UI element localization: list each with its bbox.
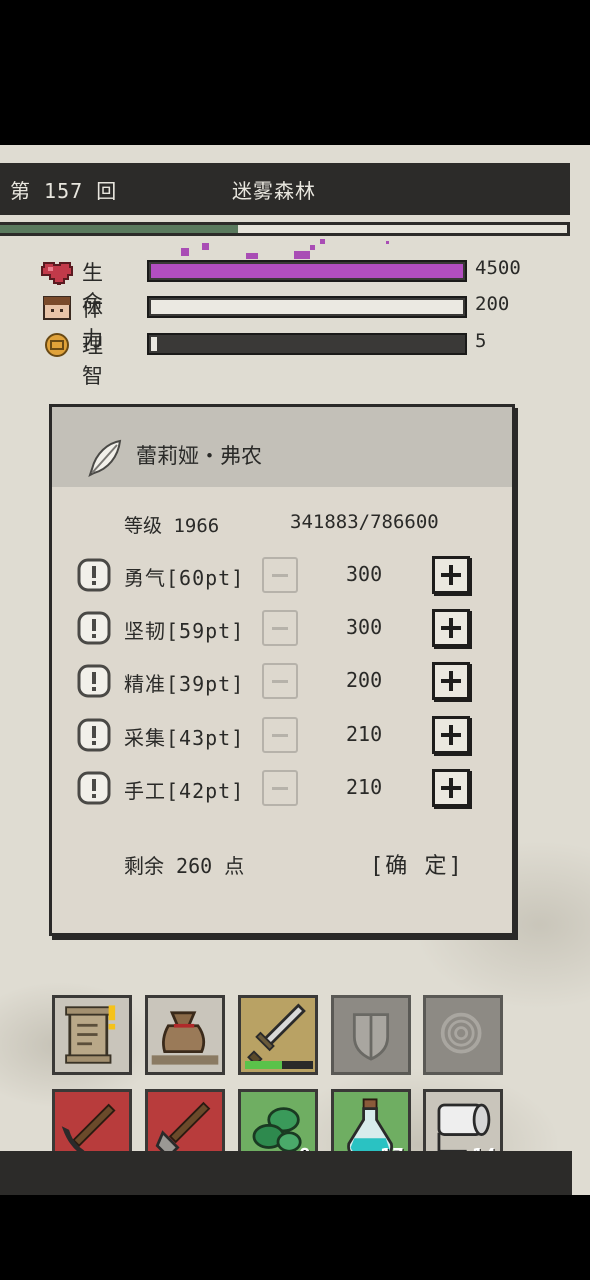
ring-icon	[440, 1012, 482, 1054]
decrease-button[interactable]	[262, 717, 298, 753]
decrease-button[interactable]	[262, 770, 298, 806]
loot-bag-slot[interactable]	[145, 995, 225, 1075]
level-value: 1966	[173, 515, 220, 537]
round-counter: 第 157 回	[10, 179, 118, 203]
shield-icon	[352, 1013, 390, 1061]
attribute-label: 手工[42pt]	[124, 779, 245, 803]
level-label: 等级 1966	[124, 515, 220, 537]
loot-bag-icon	[151, 1011, 219, 1065]
feather-icon	[88, 439, 122, 477]
info-icon[interactable]	[76, 610, 112, 646]
confirm-button[interactable]: [确 定]	[370, 848, 464, 880]
accessory-slot[interactable]	[423, 995, 503, 1075]
attribute-value: 200	[346, 668, 383, 692]
quest-scroll-slot[interactable]	[52, 995, 132, 1075]
character-name: 蕾莉娅・弗农	[136, 444, 262, 468]
sanity-coin-icon	[45, 333, 69, 357]
decrease-button[interactable]	[262, 663, 298, 699]
increase-button[interactable]	[432, 556, 470, 594]
increase-button[interactable]	[432, 716, 470, 754]
increase-button[interactable]	[432, 769, 470, 807]
top-bar: 第 157 回 迷雾森林	[0, 163, 570, 215]
decrease-button[interactable]	[262, 557, 298, 593]
attribute-row: 手工[42pt] 210	[76, 767, 496, 809]
attribute-value: 300	[346, 615, 383, 639]
sword-durability-bar	[245, 1061, 313, 1069]
heart-icon	[41, 262, 73, 285]
bottom-bar	[0, 1151, 572, 1195]
attribute-value: 210	[346, 722, 383, 746]
info-icon[interactable]	[76, 557, 112, 593]
attribute-row: 坚韧[59pt] 300	[76, 607, 496, 649]
stamina-face-icon	[43, 296, 71, 320]
attribute-label: 勇气[60pt]	[124, 566, 245, 590]
info-icon[interactable]	[76, 717, 112, 753]
sanity-bar	[147, 333, 467, 355]
stamina-bar	[147, 296, 467, 318]
armor-slot[interactable]	[331, 995, 411, 1075]
info-icon[interactable]	[76, 770, 112, 806]
info-icon[interactable]	[76, 663, 112, 699]
stat-value: 200	[475, 293, 510, 315]
attribute-label: 精准[39pt]	[124, 672, 245, 696]
stat-label: 理智	[82, 334, 103, 388]
sword-slot[interactable]	[238, 995, 318, 1075]
decrease-button[interactable]	[262, 610, 298, 646]
attribute-label: 坚韧[59pt]	[124, 619, 245, 643]
increase-button[interactable]	[432, 662, 470, 700]
attribute-value: 210	[346, 775, 383, 799]
attribute-row: 勇气[60pt] 300	[76, 554, 496, 596]
life-bar	[147, 260, 467, 282]
experience-value: 341883/786600	[290, 511, 439, 533]
stat-value: 4500	[475, 257, 521, 279]
attribute-row: 精准[39pt] 200	[76, 660, 496, 702]
attribute-value: 300	[346, 562, 383, 586]
attribute-panel: 蕾莉娅・弗农 等级 1966 341883/786600 勇气[60pt] 300…	[49, 404, 515, 936]
location-name: 迷雾森林	[232, 179, 316, 203]
scroll-quest-icon	[65, 1005, 116, 1064]
stat-value: 5	[475, 330, 487, 352]
stage-progress-bar	[0, 222, 570, 236]
stage-progress-fill	[0, 225, 239, 233]
panel-header: 蕾莉娅・弗农	[52, 407, 512, 487]
game-screen: 第 157 回 迷雾森林 生命 4500 体力 200 理智 5 蕾莉娅・弗农 …	[0, 145, 590, 1195]
attribute-label: 采集[43pt]	[124, 726, 245, 750]
attribute-row: 采集[43pt] 210	[76, 714, 496, 756]
increase-button[interactable]	[432, 609, 470, 647]
remaining-points: 剩余 260 点	[124, 854, 245, 878]
